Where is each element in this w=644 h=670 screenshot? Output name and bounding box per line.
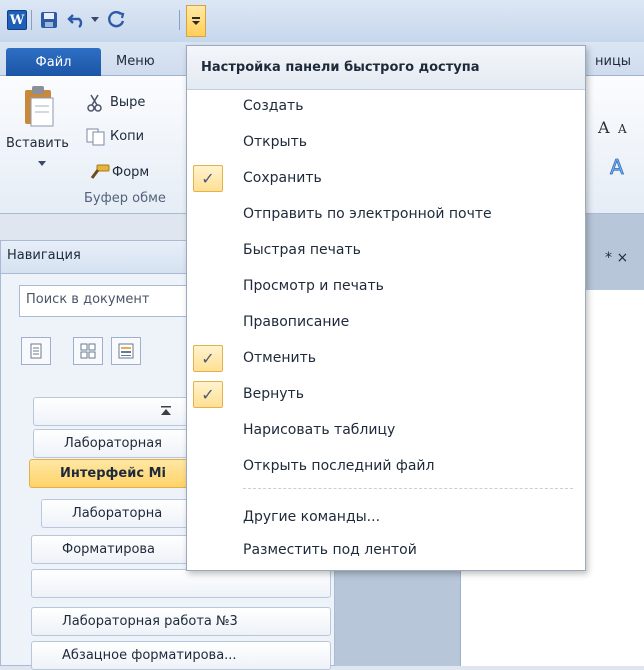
customize-qat-menu: Настройка панели быстрого доступа Создат… [186,45,586,571]
nav-tab-headings[interactable] [21,337,51,365]
menu-item[interactable]: Открыть последний файл [187,450,585,481]
paste-button-label[interactable]: Вставить [6,136,69,151]
svg-text:A: A [610,155,624,178]
nav-heading-label: Лабораторная [64,436,162,451]
undo-icon[interactable] [66,9,88,31]
menu-item-label: Другие команды... [243,508,381,525]
menu-item-label: Открыть [243,133,307,150]
copy-icon[interactable] [86,128,106,146]
word-logo-icon[interactable]: W [6,9,28,31]
menu-separator [243,488,573,489]
menu-item[interactable]: Отправить по электронной почте [187,198,585,229]
clipboard-group-label: Буфер обме [84,191,166,206]
document-tab-marks[interactable]: * × [605,250,628,266]
checkmark-icon: ✓ [193,381,223,408]
format-painter-icon[interactable] [88,164,110,182]
cut-button-label[interactable]: Выре [110,95,145,110]
qat-separator [179,10,180,30]
copy-button-label[interactable]: Копи [110,129,144,144]
menu-item-label: Отменить [243,349,317,366]
customize-qat-icon[interactable] [186,5,206,37]
redo-icon[interactable] [106,9,128,31]
checkmark-icon: ✓ [193,165,223,192]
nav-heading-label: Лабораторная работа №3 [62,614,238,629]
menu-item-more-commands[interactable]: Другие команды... [187,501,585,532]
menu-item[interactable]: Просмотр и печать [187,270,585,301]
menu-item-label: Отправить по электронной почте [243,205,492,222]
nav-tab-results[interactable] [111,337,141,365]
menu-item-label: Быстрая печать [243,241,361,258]
menu-item[interactable]: Быстрая печать [187,234,585,265]
menu-item-label: Правописание [243,313,350,330]
text-effects-icon[interactable]: A [606,154,636,180]
cut-icon[interactable] [86,94,104,112]
menu-item[interactable]: Нарисовать таблицу [187,414,585,445]
menu-title: Настройка панели быстрого доступа [187,46,585,90]
format-painter-label[interactable]: Форм [112,165,149,180]
menu-item[interactable]: ✓ Вернуть [187,378,585,409]
menu-item-label: Сохранить [243,169,322,186]
paste-icon[interactable] [22,84,56,128]
menu-item-label: Создать [243,97,304,114]
search-placeholder: Поиск в документ [26,292,150,307]
menu-item[interactable]: Открыть [187,126,585,157]
menu-item[interactable]: Правописание [187,306,585,337]
nav-heading-label: Форматирова [62,542,156,557]
paste-dropdown-icon[interactable] [38,156,48,166]
nav-heading-label: Интерфейс Mi [60,466,166,481]
menu-item-label: Открыть последний файл [243,457,435,474]
qat-separator [31,10,32,30]
menu-item-label: Разместить под лентой [243,541,417,558]
nav-heading-label: Лабораторна [72,506,163,521]
menu-item-label: Вернуть [243,385,304,402]
tab-pages-partial[interactable]: ницы [595,54,631,69]
menu-item[interactable]: ✓ Отменить [187,342,585,373]
menu-item-label: Просмотр и печать [243,277,384,294]
navigation-title: Навигация [7,248,81,263]
menu-item[interactable]: Создать [187,90,585,121]
undo-dropdown-icon[interactable] [88,9,102,31]
title-bar: W [0,0,644,42]
nav-tab-pages[interactable] [73,337,103,365]
menu-item[interactable]: ✓ Сохранить [187,162,585,193]
menu-item-label: Нарисовать таблицу [243,421,396,438]
tab-menu[interactable]: Меню [116,54,155,69]
tab-file[interactable]: Файл [6,48,101,76]
font-size-icon[interactable]: AA [596,116,636,137]
nav-heading-label: Абзацное форматирова... [62,648,237,663]
nav-heading-item[interactable] [31,569,331,598]
svg-text:A: A [597,118,610,136]
menu-item-show-below-ribbon[interactable]: Разместить под лентой [187,534,585,565]
save-icon[interactable] [38,9,60,31]
svg-text:A: A [617,122,627,136]
checkmark-icon: ✓ [193,345,223,372]
nav-heading-item[interactable]: Лабораторная работа №3 [31,607,331,636]
